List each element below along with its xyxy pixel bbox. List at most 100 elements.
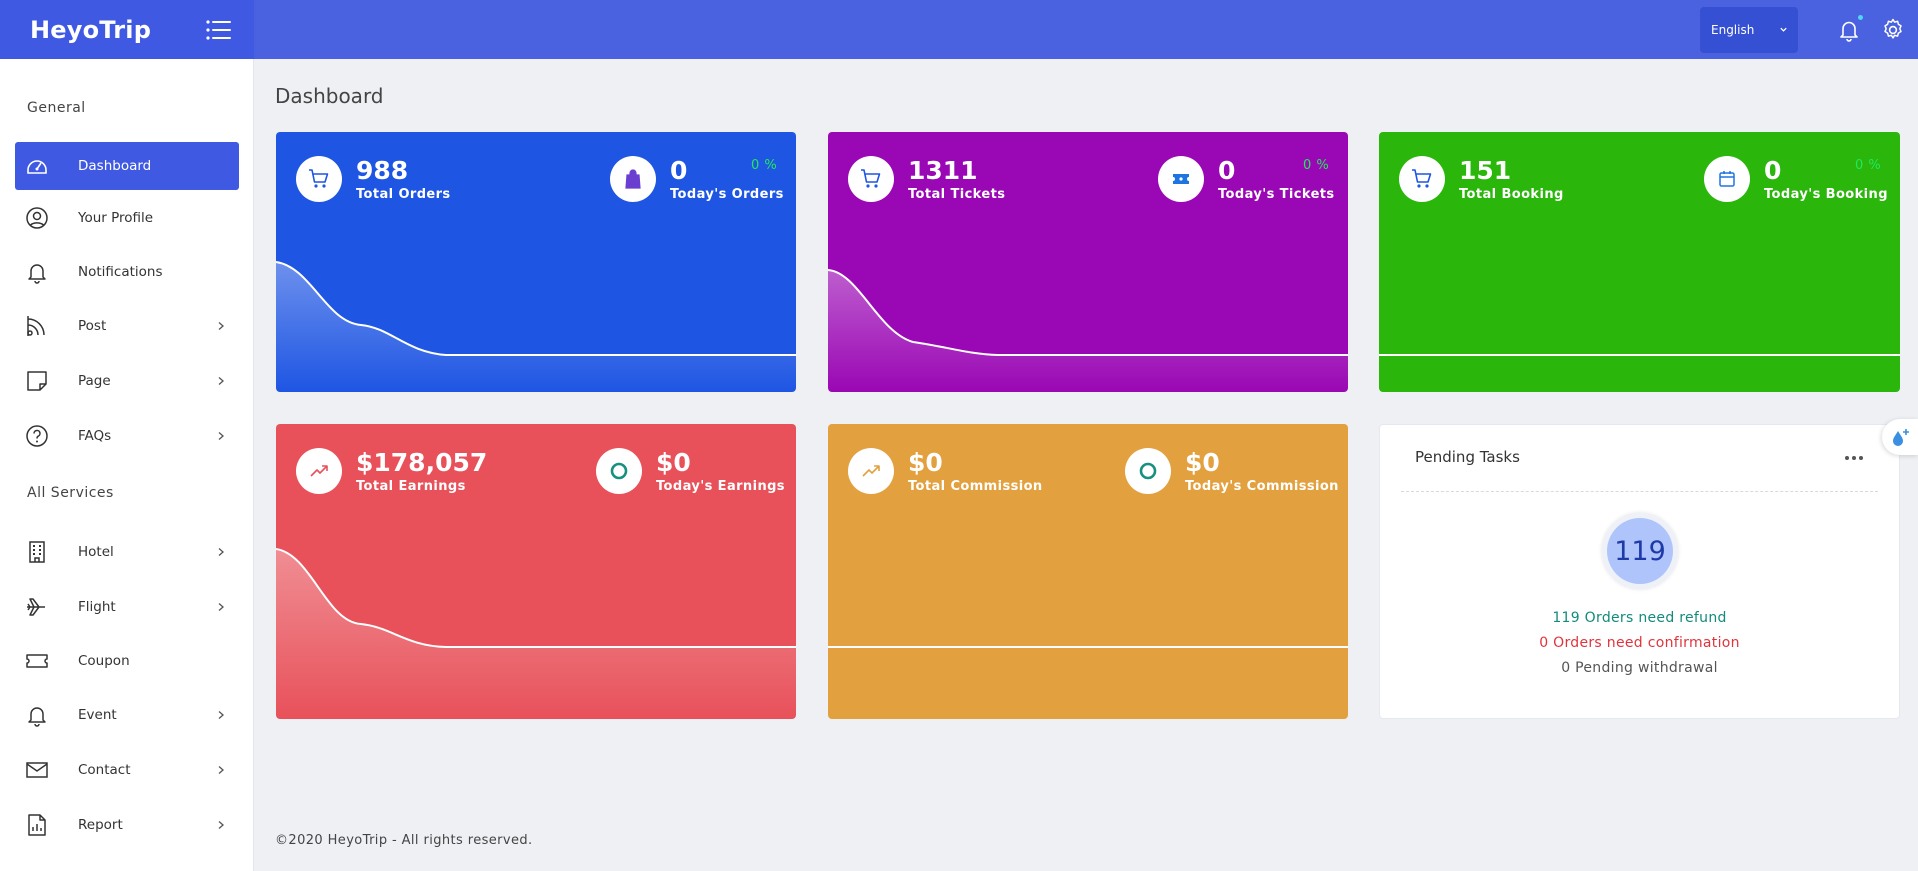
- total-tickets-stat: 1311 Total Tickets: [848, 156, 1005, 202]
- trending-up-icon: [296, 448, 342, 494]
- todays-earnings-stat: $0 Today's Earnings: [596, 448, 785, 494]
- total-booking-stat: 151 Total Booking: [1399, 156, 1564, 202]
- pending-count-badge: 119: [1602, 513, 1678, 589]
- total-earnings-label: Total Earnings: [356, 478, 466, 494]
- total-commission-label: Total Commission: [908, 478, 1043, 494]
- header-actions: English: [1700, 0, 1918, 59]
- trending-up-icon: [848, 448, 894, 494]
- sidebar-item-label: Page: [78, 373, 111, 389]
- sidebar-item-notifications[interactable]: Notifications: [15, 248, 239, 296]
- booking-percent: 0 %: [1855, 158, 1882, 173]
- page-title: Dashboard: [275, 84, 384, 108]
- plane-icon: [25, 595, 49, 619]
- sidebar-item-label: FAQs: [78, 428, 112, 444]
- pending-tasks-panel: Pending Tasks 119 119 Orders need refund…: [1379, 424, 1900, 719]
- sidebar-item-report[interactable]: Report: [15, 801, 239, 849]
- chevron-right-icon: [218, 548, 224, 556]
- tickets-stat-card[interactable]: 1311 Total Tickets 0 Today's Tickets 0 %: [828, 132, 1348, 392]
- footer-copyright: ©2020 HeyoTrip - All rights reserved.: [275, 833, 533, 848]
- rss-icon: [25, 314, 49, 338]
- chevron-right-icon: [218, 821, 224, 829]
- sidebar-item-label: Dashboard: [78, 158, 152, 174]
- calendar-icon: [1704, 156, 1750, 202]
- brand-logo[interactable]: HeyoTrip: [30, 16, 151, 44]
- total-booking-value: 151: [1459, 155, 1512, 185]
- earnings-stat-card[interactable]: $178,057 Total Earnings $0 Today's Earning…: [276, 424, 796, 719]
- cart-icon: [1399, 156, 1445, 202]
- theme-customizer-button[interactable]: [1882, 419, 1918, 455]
- total-orders-value: 988: [356, 155, 409, 185]
- pending-count: 119: [1607, 518, 1673, 584]
- chevron-right-icon: [218, 711, 224, 719]
- total-commission-value: $0: [908, 447, 943, 477]
- todays-earnings-label: Today's Earnings: [656, 478, 785, 494]
- chevron-right-icon: [218, 432, 224, 440]
- todays-commission-stat: $0 Today's Commission: [1125, 448, 1339, 494]
- total-orders-label: Total Orders: [356, 186, 451, 202]
- sidebar-item-label: Report: [78, 817, 123, 833]
- chevron-right-icon: [218, 322, 224, 330]
- circle-icon: [596, 448, 642, 494]
- total-booking-label: Total Booking: [1459, 186, 1564, 202]
- sidebar: General Dashboard Your Profile Notificat…: [0, 59, 254, 871]
- language-select[interactable]: English: [1700, 6, 1798, 53]
- total-tickets-value: 1311: [908, 155, 978, 185]
- orders-percent: 0 %: [751, 158, 778, 173]
- chevron-down-icon: [1780, 27, 1787, 32]
- language-label: English: [1711, 22, 1755, 37]
- gear-icon: [1884, 18, 1902, 39]
- todays-orders-label: Today's Orders: [670, 186, 784, 202]
- sidebar-item-dashboard[interactable]: Dashboard: [15, 142, 239, 190]
- question-icon: [25, 424, 49, 448]
- sidebar-item-flight[interactable]: Flight: [15, 583, 239, 631]
- sidebar-item-your-profile[interactable]: Your Profile: [15, 194, 239, 242]
- withdrawal-link[interactable]: 0 Pending withdrawal: [1380, 660, 1899, 676]
- cart-icon: [848, 156, 894, 202]
- pending-tasks-title: Pending Tasks: [1415, 448, 1520, 466]
- bell-icon: [25, 260, 49, 284]
- commission-stat-card[interactable]: $0 Total Commission $0 Today's Commission: [828, 424, 1348, 719]
- notification-dot: [1858, 14, 1863, 20]
- sidebar-item-post[interactable]: Post: [15, 302, 239, 350]
- sidebar-item-event[interactable]: Event: [15, 691, 239, 739]
- mail-icon: [25, 758, 49, 782]
- settings-button[interactable]: [1880, 17, 1906, 43]
- sidebar-item-label: Contact: [78, 762, 131, 778]
- total-tickets-label: Total Tickets: [908, 186, 1006, 202]
- sidebar-item-label: Notifications: [78, 264, 163, 280]
- sidebar-item-label: Event: [78, 707, 117, 723]
- todays-booking-label: Today's Booking: [1764, 186, 1888, 202]
- top-header: HeyoTrip English: [0, 0, 1918, 59]
- sidebar-item-label: Your Profile: [78, 210, 154, 226]
- note-icon: [25, 369, 49, 393]
- notification-bell-button[interactable]: [1836, 14, 1863, 43]
- divider: [1401, 491, 1878, 492]
- refund-link[interactable]: 119 Orders need refund: [1380, 610, 1899, 626]
- sidebar-item-hotel[interactable]: Hotel: [15, 528, 239, 576]
- sidebar-item-contact[interactable]: Contact: [15, 746, 239, 794]
- chevron-right-icon: [218, 377, 224, 385]
- circle-icon: [1125, 448, 1171, 494]
- tickets-percent: 0 %: [1303, 158, 1330, 173]
- booking-stat-card[interactable]: 151 Total Booking 0 Today's Booking 0 %: [1379, 132, 1900, 392]
- confirmation-link[interactable]: 0 Orders need confirmation: [1380, 635, 1899, 651]
- sidebar-item-label: Flight: [78, 599, 116, 615]
- more-options-icon[interactable]: [1844, 455, 1864, 461]
- sidebar-item-coupon[interactable]: Coupon: [15, 637, 239, 685]
- menu-toggle-icon[interactable]: [206, 19, 232, 40]
- droplet-icon: [1893, 429, 1909, 446]
- todays-earnings-value: $0: [656, 447, 691, 477]
- total-commission-stat: $0 Total Commission: [848, 448, 1043, 494]
- brand-area: HeyoTrip: [0, 0, 254, 59]
- chevron-right-icon: [218, 766, 224, 774]
- ticket-icon: [1158, 156, 1204, 202]
- total-orders-stat: 988 Total Orders: [296, 156, 451, 202]
- sidebar-item-label: Hotel: [78, 544, 114, 560]
- todays-commission-value: $0: [1185, 447, 1220, 477]
- bell-icon: [25, 703, 49, 727]
- sidebar-item-faqs[interactable]: FAQs: [15, 412, 239, 460]
- todays-tickets-label: Today's Tickets: [1218, 186, 1335, 202]
- sidebar-item-page[interactable]: Page: [15, 357, 239, 405]
- orders-stat-card[interactable]: 988 Total Orders 0 Today's Orders 0 %: [276, 132, 796, 392]
- section-title-all-services: All Services: [27, 485, 114, 501]
